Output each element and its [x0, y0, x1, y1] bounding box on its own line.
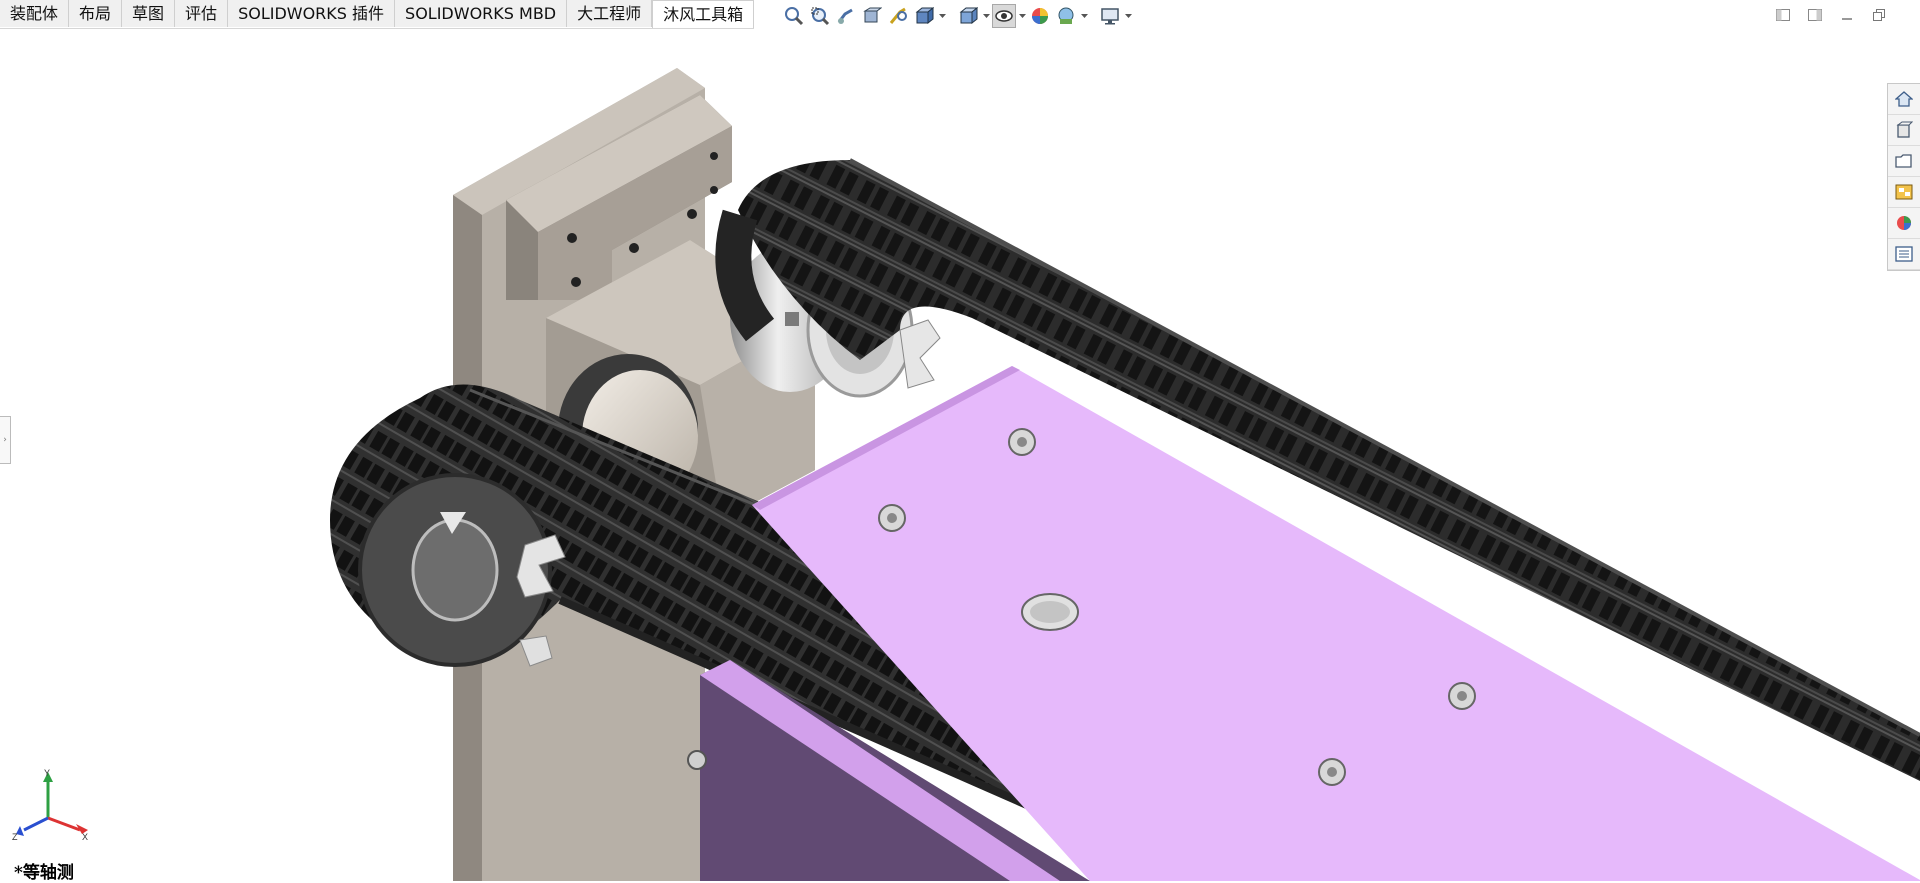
display-style-icon[interactable] — [956, 4, 980, 28]
tab-sketch[interactable]: 草图 — [122, 0, 176, 27]
design-library-icon[interactable] — [1888, 115, 1920, 146]
chevron-down-icon[interactable] — [1018, 4, 1026, 28]
sprocket-rear[interactable] — [899, 319, 941, 389]
hide-show-items-icon[interactable] — [992, 4, 1016, 28]
minimize-icon[interactable] — [1836, 6, 1858, 24]
home-icon[interactable] — [1888, 84, 1920, 115]
heads-up-view-toolbar — [782, 4, 1132, 28]
model-viewport[interactable] — [0, 0, 1920, 881]
tab-assembly[interactable]: 装配体 — [0, 0, 70, 27]
file-explorer-icon[interactable] — [1888, 146, 1920, 177]
previous-view-icon[interactable] — [834, 4, 858, 28]
tab-solidworks-addins[interactable]: SOLIDWORKS 插件 — [228, 0, 396, 27]
chevron-down-icon[interactable] — [982, 4, 990, 28]
command-manager-tabs: 装配体 布局 草图 评估 SOLIDWORKS 插件 SOLIDWORKS MB… — [0, 0, 755, 29]
view-orientation-label: *等轴测 — [14, 863, 74, 883]
tab-evaluate[interactable]: 评估 — [175, 0, 229, 27]
tab-mufeng-toolbox[interactable]: 沐风工具箱 — [652, 0, 755, 28]
task-pane — [1887, 83, 1920, 271]
zoom-to-area-icon[interactable] — [808, 4, 832, 28]
triad-y-label: Y — [44, 768, 50, 778]
tile-right-icon[interactable] — [1804, 6, 1826, 24]
dynamic-annotation-icon[interactable] — [886, 4, 910, 28]
view-orientation-icon[interactable] — [912, 4, 936, 28]
reference-triad: Y X Z — [12, 768, 88, 842]
tab-layout[interactable]: 布局 — [69, 0, 123, 27]
triad-x-label: X — [82, 832, 88, 842]
tile-left-icon[interactable] — [1772, 6, 1794, 24]
triad-z-label: Z — [12, 832, 18, 842]
document-window-controls — [1772, 6, 1890, 24]
view-settings-icon[interactable] — [1098, 4, 1122, 28]
tab-solidworks-mbd[interactable]: SOLIDWORKS MBD — [395, 0, 568, 27]
appearances-icon[interactable] — [1888, 208, 1920, 239]
zoom-to-fit-icon[interactable] — [782, 4, 806, 28]
restore-icon[interactable] — [1868, 6, 1890, 24]
apply-scene-icon[interactable] — [1054, 4, 1078, 28]
chevron-down-icon[interactable] — [1080, 4, 1088, 28]
section-view-icon[interactable] — [860, 4, 884, 28]
tab-big-engineer[interactable]: 大工程师 — [567, 0, 653, 27]
chevron-down-icon[interactable] — [1124, 4, 1132, 28]
custom-properties-icon[interactable] — [1888, 239, 1920, 270]
feature-manager-expand-handle[interactable]: › — [0, 416, 11, 464]
chevron-down-icon[interactable] — [938, 4, 946, 28]
edit-appearance-icon[interactable] — [1028, 4, 1052, 28]
view-palette-icon[interactable] — [1888, 177, 1920, 208]
